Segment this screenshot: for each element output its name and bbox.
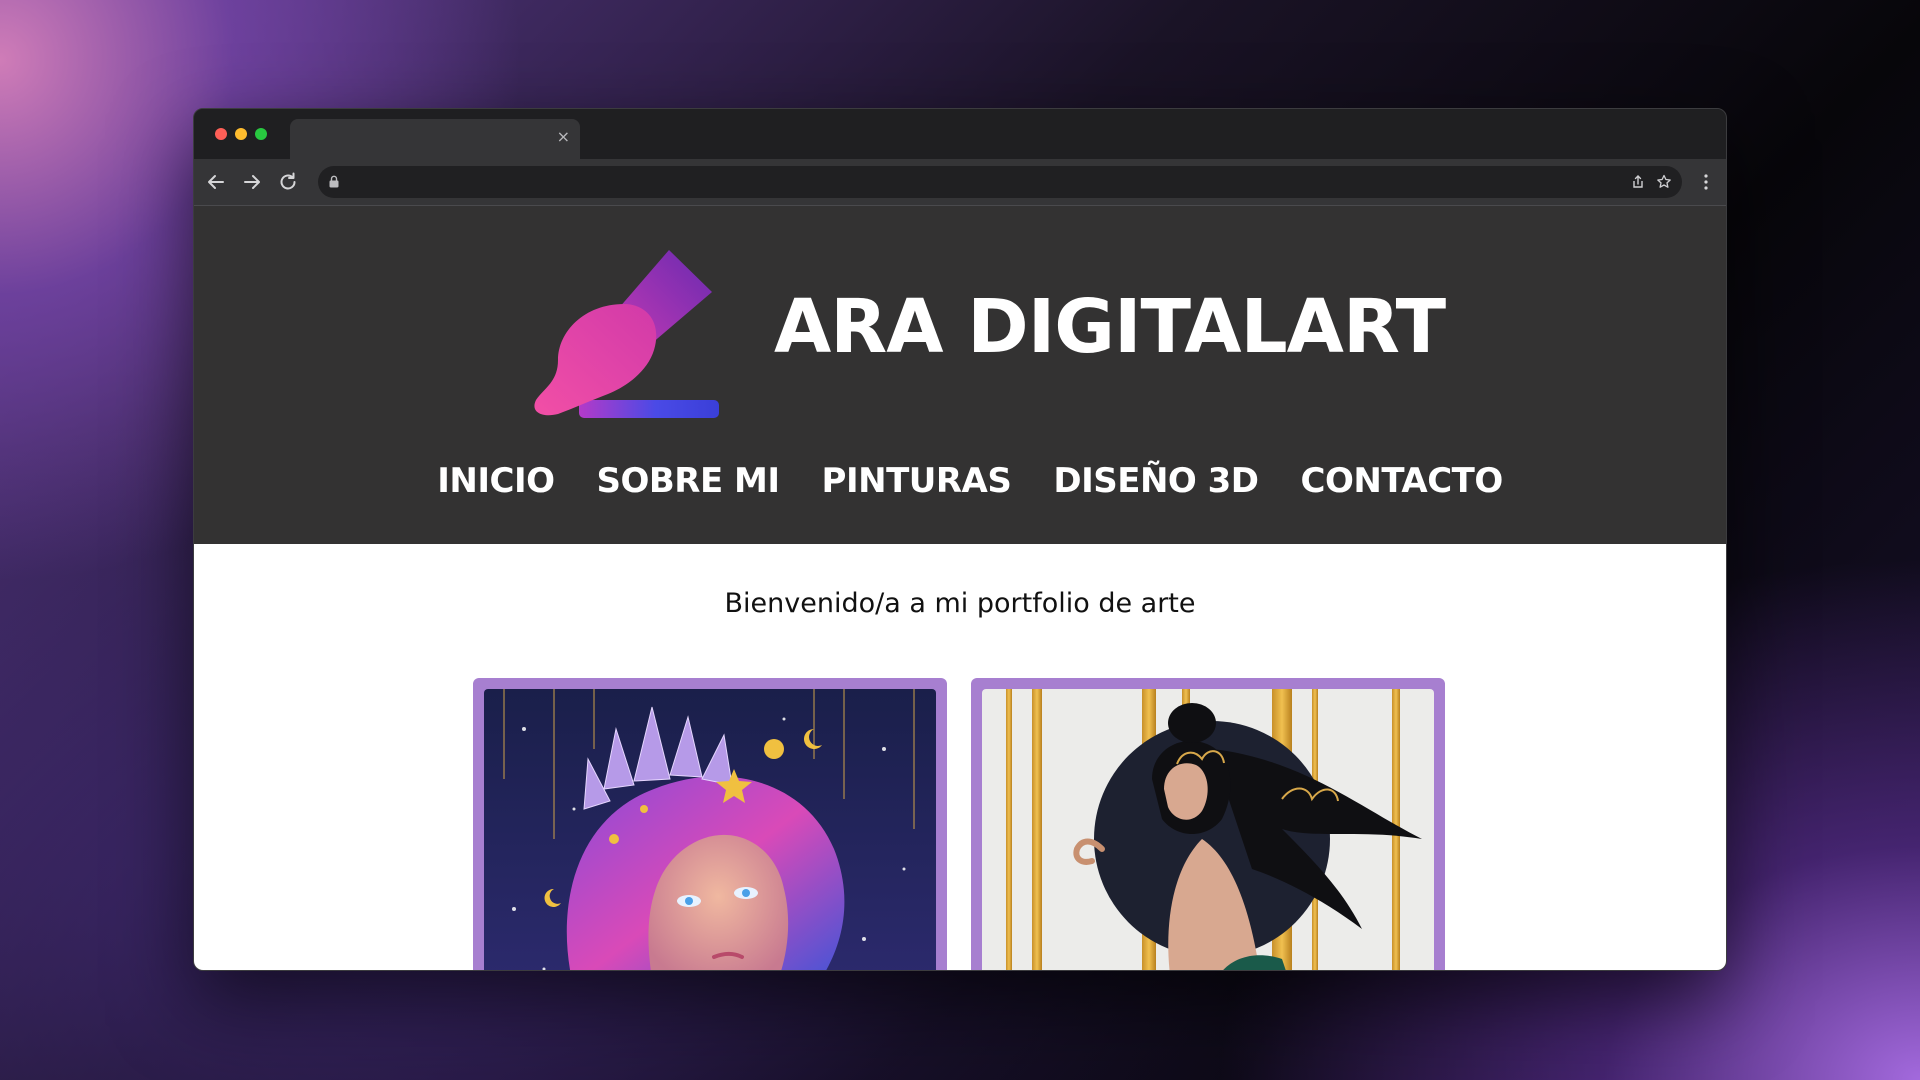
close-window-button[interactable] bbox=[215, 128, 227, 140]
share-icon bbox=[1633, 175, 1643, 188]
main-navigation: INICIO SOBRE MI PINTURAS DISEÑO 3D CONTA… bbox=[194, 456, 1726, 506]
welcome-heading: Bienvenido/a a mi portfolio de arte bbox=[724, 588, 1196, 619]
minimize-window-button[interactable] bbox=[235, 128, 247, 140]
browser-window: × ARA DIGITALART INICIO SOBRE MI PINTURA… bbox=[193, 108, 1727, 971]
arrow-right-icon bbox=[244, 175, 260, 189]
nav-item-inicio[interactable]: INICIO bbox=[437, 456, 555, 506]
site-header: ARA DIGITALART INICIO SOBRE MI PINTURAS … bbox=[194, 206, 1726, 544]
star-icon bbox=[1657, 174, 1671, 188]
address-bar[interactable] bbox=[318, 166, 1682, 198]
maximize-window-button[interactable] bbox=[255, 128, 267, 140]
tab-close-button[interactable]: × bbox=[557, 127, 570, 147]
forward-button[interactable] bbox=[240, 170, 264, 194]
back-button[interactable] bbox=[204, 170, 228, 194]
active-tab[interactable]: × bbox=[290, 119, 580, 159]
paintbrush-logo-icon[interactable] bbox=[524, 242, 724, 432]
nav-item-pinturas[interactable]: PINTURAS bbox=[822, 456, 1012, 506]
site-title[interactable]: ARA DIGITALART bbox=[774, 282, 1446, 372]
arrow-left-icon bbox=[208, 175, 224, 189]
tab-strip: × bbox=[194, 109, 1726, 159]
share-button[interactable] bbox=[1628, 172, 1648, 192]
kebab-menu-icon bbox=[1704, 174, 1708, 190]
browser-toolbar bbox=[194, 159, 1726, 206]
nav-item-sobre-mi[interactable]: SOBRE MI bbox=[597, 456, 781, 506]
cosmic-portrait-artwork bbox=[484, 689, 936, 970]
lock-icon bbox=[329, 175, 339, 188]
gallery bbox=[194, 678, 1726, 970]
gallery-card-cosmic-portrait[interactable] bbox=[473, 678, 947, 970]
nav-item-diseno-3d[interactable]: DISEÑO 3D bbox=[1053, 456, 1259, 506]
nav-item-contacto[interactable]: CONTACTO bbox=[1301, 456, 1504, 506]
reload-icon bbox=[280, 172, 296, 190]
reload-button[interactable] bbox=[276, 170, 300, 194]
page-viewport: ARA DIGITALART INICIO SOBRE MI PINTURAS … bbox=[194, 206, 1726, 970]
lotus-woman-artwork bbox=[982, 689, 1434, 970]
browser-menu-button[interactable] bbox=[1694, 170, 1718, 194]
gallery-card-lotus-woman[interactable] bbox=[971, 678, 1445, 970]
bookmark-button[interactable] bbox=[1654, 172, 1674, 192]
